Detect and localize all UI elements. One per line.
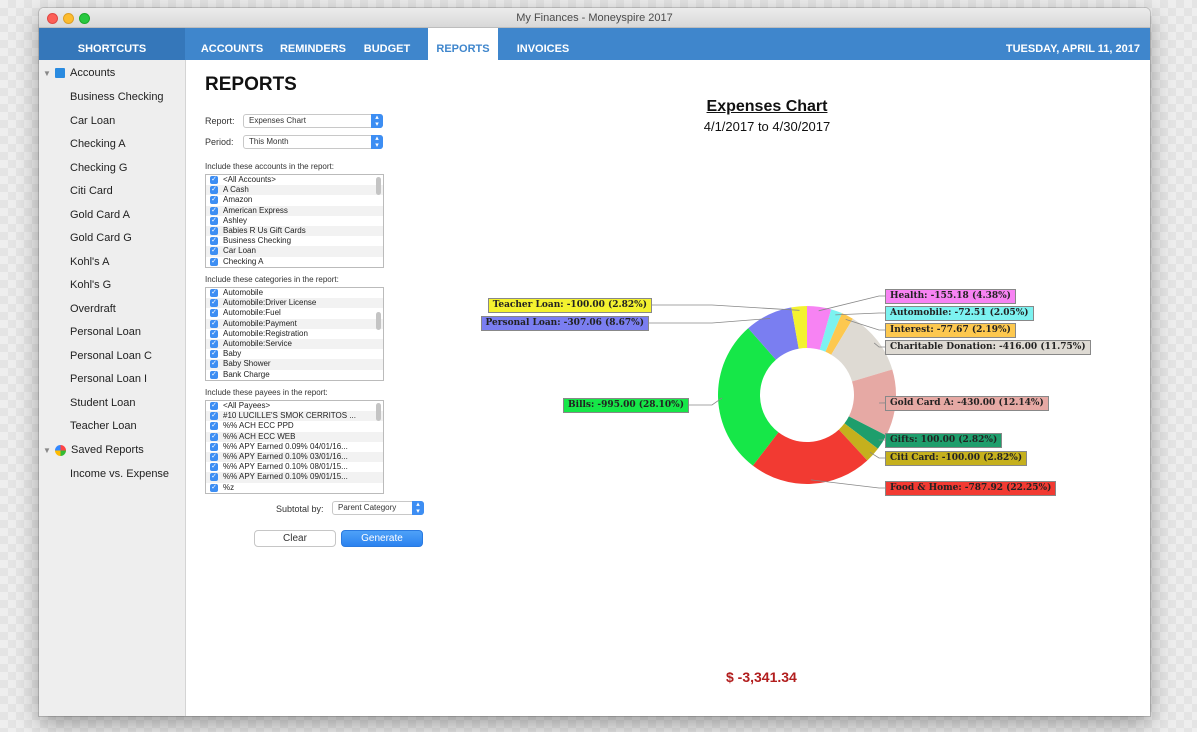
accounts-icon	[55, 68, 65, 78]
leader-line	[649, 318, 771, 324]
expenses-donut-chart	[649, 295, 897, 489]
donut-slice-label: Gifts: 100.00 (2.82%)	[885, 433, 1003, 448]
donut-slice-label: Personal Loan: -307.06 (8.67%)	[480, 316, 649, 331]
sidebar-item-account[interactable]: Personal Loan C	[70, 350, 152, 362]
sidebar-group-label: Saved Reports	[71, 444, 144, 456]
sidebar-item-account[interactable]: Checking G	[70, 162, 127, 174]
leader-line	[818, 295, 885, 312]
sidebar-item-account[interactable]: Personal Loan	[70, 326, 141, 338]
tab-invoices[interactable]: INVOICES	[509, 28, 577, 60]
donut-slice-label: Charitable Donation: -416.00 (11.75%)	[885, 340, 1091, 355]
donut-slice-label: Interest: -77.67 (2.19%)	[885, 323, 1016, 338]
sidebar-item-account[interactable]: Teacher Loan	[70, 420, 137, 432]
window-title: My Finances - Moneyspire 2017	[516, 12, 673, 24]
sidebar-item-account[interactable]: Citi Card	[70, 185, 113, 197]
sidebar-item-account[interactable]: Overdraft	[70, 303, 116, 315]
donut-slice-label: Automobile: -72.51 (2.05%)	[885, 306, 1034, 321]
donut-slice-label: Citi Card: -100.00 (2.82%)	[885, 451, 1028, 466]
sidebar: ▼ Accounts Business Checking Car Loan Ch…	[39, 60, 186, 716]
sidebar-item-account[interactable]: Checking A	[70, 138, 126, 150]
sidebar-group-saved-reports[interactable]: ▼ Saved Reports	[43, 444, 144, 456]
donut-slice-label: Food & Home: -787.92 (22.25%)	[885, 481, 1057, 496]
tab-accounts[interactable]: ACCOUNTS	[197, 28, 267, 60]
sidebar-item-account[interactable]: Car Loan	[70, 115, 115, 127]
sidebar-item-account[interactable]: Kohl's G	[70, 279, 111, 291]
sidebar-group-label: Accounts	[70, 67, 116, 79]
sidebar-item-account[interactable]: Business Checking	[70, 91, 164, 103]
sidebar-group-accounts[interactable]: ▼ Accounts	[43, 67, 115, 79]
sidebar-item-account[interactable]: Personal Loan I	[70, 373, 147, 385]
leader-line	[689, 397, 723, 406]
sidebar-item-account[interactable]: Gold Card G	[70, 232, 132, 244]
shortcuts-header: SHORTCUTS	[39, 28, 185, 60]
app-window: My Finances - Moneyspire 2017 SHORTCUTS …	[39, 8, 1150, 716]
sidebar-item-account[interactable]: Kohl's A	[70, 256, 109, 268]
tab-budget[interactable]: BUDGET	[359, 28, 415, 60]
disclosure-triangle-icon[interactable]: ▼	[43, 446, 55, 455]
pie-chart-icon	[55, 444, 66, 456]
reports-panel: REPORTS Report: Expenses Chart ▴ ▾ Period…	[186, 60, 1150, 716]
donut-slice-label: Teacher Loan: -100.00 (2.82%)	[487, 298, 652, 313]
report-total: $ -3,341.34	[726, 669, 797, 685]
donut-slice-label: Bills: -995.00 (28.10%)	[563, 398, 689, 413]
leader-line	[652, 304, 800, 311]
sidebar-item-account[interactable]: Student Loan	[70, 397, 135, 409]
tab-reminders[interactable]: REMINDERS	[277, 28, 349, 60]
title-bar: My Finances - Moneyspire 2017	[39, 8, 1150, 28]
tab-reports[interactable]: REPORTS	[428, 28, 498, 60]
sidebar-item-account[interactable]: Gold Card A	[70, 209, 130, 221]
sidebar-item-saved-report[interactable]: Income vs. Expense	[70, 468, 169, 480]
donut-slice-label: Health: -155.18 (4.38%)	[885, 289, 1016, 304]
disclosure-triangle-icon[interactable]: ▼	[43, 69, 55, 78]
leader-line	[810, 479, 885, 489]
top-nav: SHORTCUTS ACCOUNTS REMINDERS BUDGET REPO…	[39, 28, 1150, 60]
donut-slice-label: Gold Card A: -430.00 (12.14%)	[885, 396, 1049, 411]
